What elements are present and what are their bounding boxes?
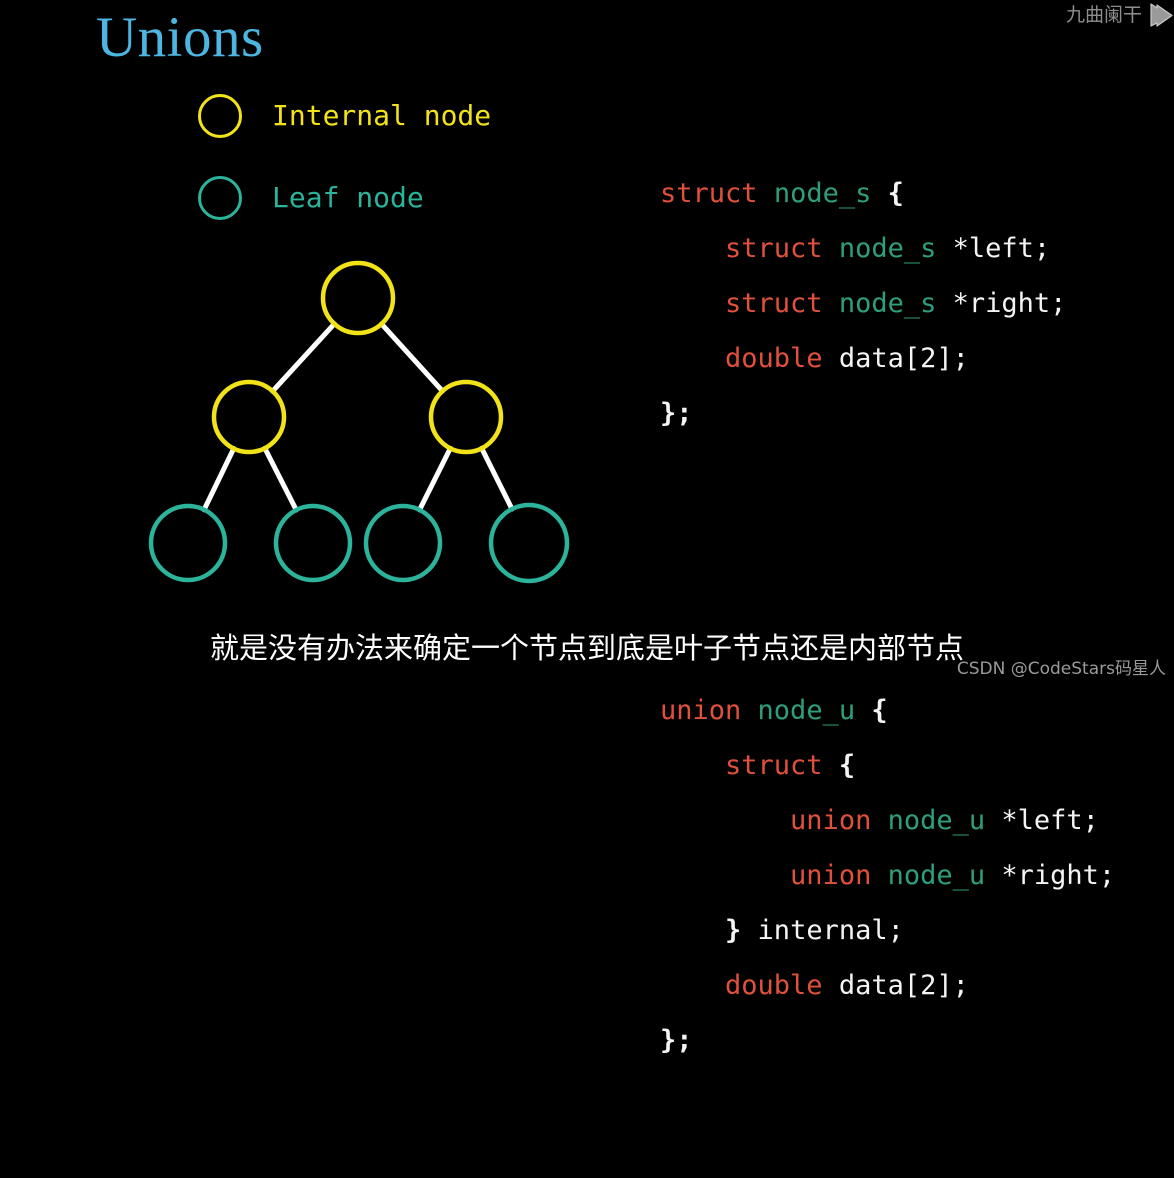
code-token: *left; <box>936 233 1051 264</box>
slide-canvas: Unions Internal node Leaf node struct no… <box>0 0 1174 1056</box>
code-token: struct <box>725 288 823 319</box>
leaf-node-circle-icon <box>198 176 242 220</box>
binary-tree-diagram <box>110 240 610 605</box>
code-line: }; <box>660 1013 1170 1068</box>
code-token: node_s <box>838 233 937 264</box>
tree-svg <box>148 260 570 584</box>
code-token: union <box>790 860 872 891</box>
code-line: union node_u *left; <box>660 793 1170 848</box>
watermark: CSDN @CodeStars码星人 <box>956 659 1166 679</box>
legend-label-internal: Internal node <box>272 99 492 132</box>
tree-leaf-node <box>363 503 443 583</box>
code-line: union node_u { <box>660 683 1170 738</box>
bilibili-play-icon <box>1150 3 1173 27</box>
code-token: internal; <box>741 915 904 946</box>
code-token: *right; <box>985 860 1116 891</box>
code-token: } <box>725 915 742 946</box>
tree-edges <box>201 321 515 513</box>
code-token: *right; <box>936 288 1067 319</box>
tree-edge <box>379 321 445 394</box>
code-token: }; <box>660 398 693 429</box>
channel-name: 九曲阑干 <box>1065 4 1142 26</box>
tree-leaf-node <box>148 503 228 583</box>
code-token: node_u <box>887 860 986 891</box>
code-block-union-node-u: union node_u { struct { union node_u *le… <box>660 683 1170 1068</box>
code-line: struct node_s *left; <box>660 221 1170 276</box>
code-token: node_u <box>757 695 856 726</box>
page-title: Unions <box>96 6 264 69</box>
tree-leaf-node <box>273 503 353 583</box>
internal-node-circle-icon <box>198 94 242 138</box>
code-line: struct node_s *right; <box>660 276 1170 331</box>
code-panel: struct node_s { struct node_s *left; str… <box>660 56 1170 1178</box>
code-block-struct-node-s: struct node_s { struct node_s *left; str… <box>660 166 1170 441</box>
channel-overlay: 九曲阑干 <box>1066 0 1174 30</box>
code-token: double <box>725 970 823 1001</box>
code-token: node_s <box>773 178 872 209</box>
tree-edge <box>201 446 237 513</box>
tree-edge <box>479 445 515 512</box>
code-token: double <box>725 343 823 374</box>
tree-leaf-node <box>488 502 570 584</box>
tree-edge <box>417 445 453 513</box>
code-token: union <box>660 695 742 726</box>
tree-internal-node <box>320 260 396 336</box>
code-token: node_s <box>838 288 937 319</box>
code-line: double data[2]; <box>660 331 1170 386</box>
code-token: { <box>871 695 888 726</box>
code-token: union <box>790 805 872 836</box>
code-token: struct <box>725 233 823 264</box>
code-block-spacer <box>660 551 1170 573</box>
tree-edge <box>262 445 299 513</box>
code-token: struct <box>725 750 823 781</box>
code-token: { <box>838 750 856 781</box>
tree-internal-node <box>428 379 504 455</box>
legend-label-leaf: Leaf node <box>272 181 424 214</box>
code-token: data[2]; <box>822 343 969 374</box>
code-line: union node_u *right; <box>660 848 1170 903</box>
code-token: data[2]; <box>822 970 969 1001</box>
tree-internal-node <box>211 379 287 455</box>
code-line: struct node_s { <box>660 166 1170 221</box>
code-token: }; <box>660 1025 693 1056</box>
code-line: struct { <box>660 738 1170 793</box>
code-line: double data[2]; <box>660 958 1170 1013</box>
tree-edge <box>270 321 337 394</box>
code-line: } internal; <box>660 903 1170 958</box>
code-line: }; <box>660 386 1170 441</box>
tree-nodes <box>148 260 570 584</box>
code-token: node_u <box>887 805 986 836</box>
code-token: { <box>887 178 904 209</box>
code-token: *left; <box>985 805 1099 836</box>
code-token: struct <box>660 178 758 209</box>
